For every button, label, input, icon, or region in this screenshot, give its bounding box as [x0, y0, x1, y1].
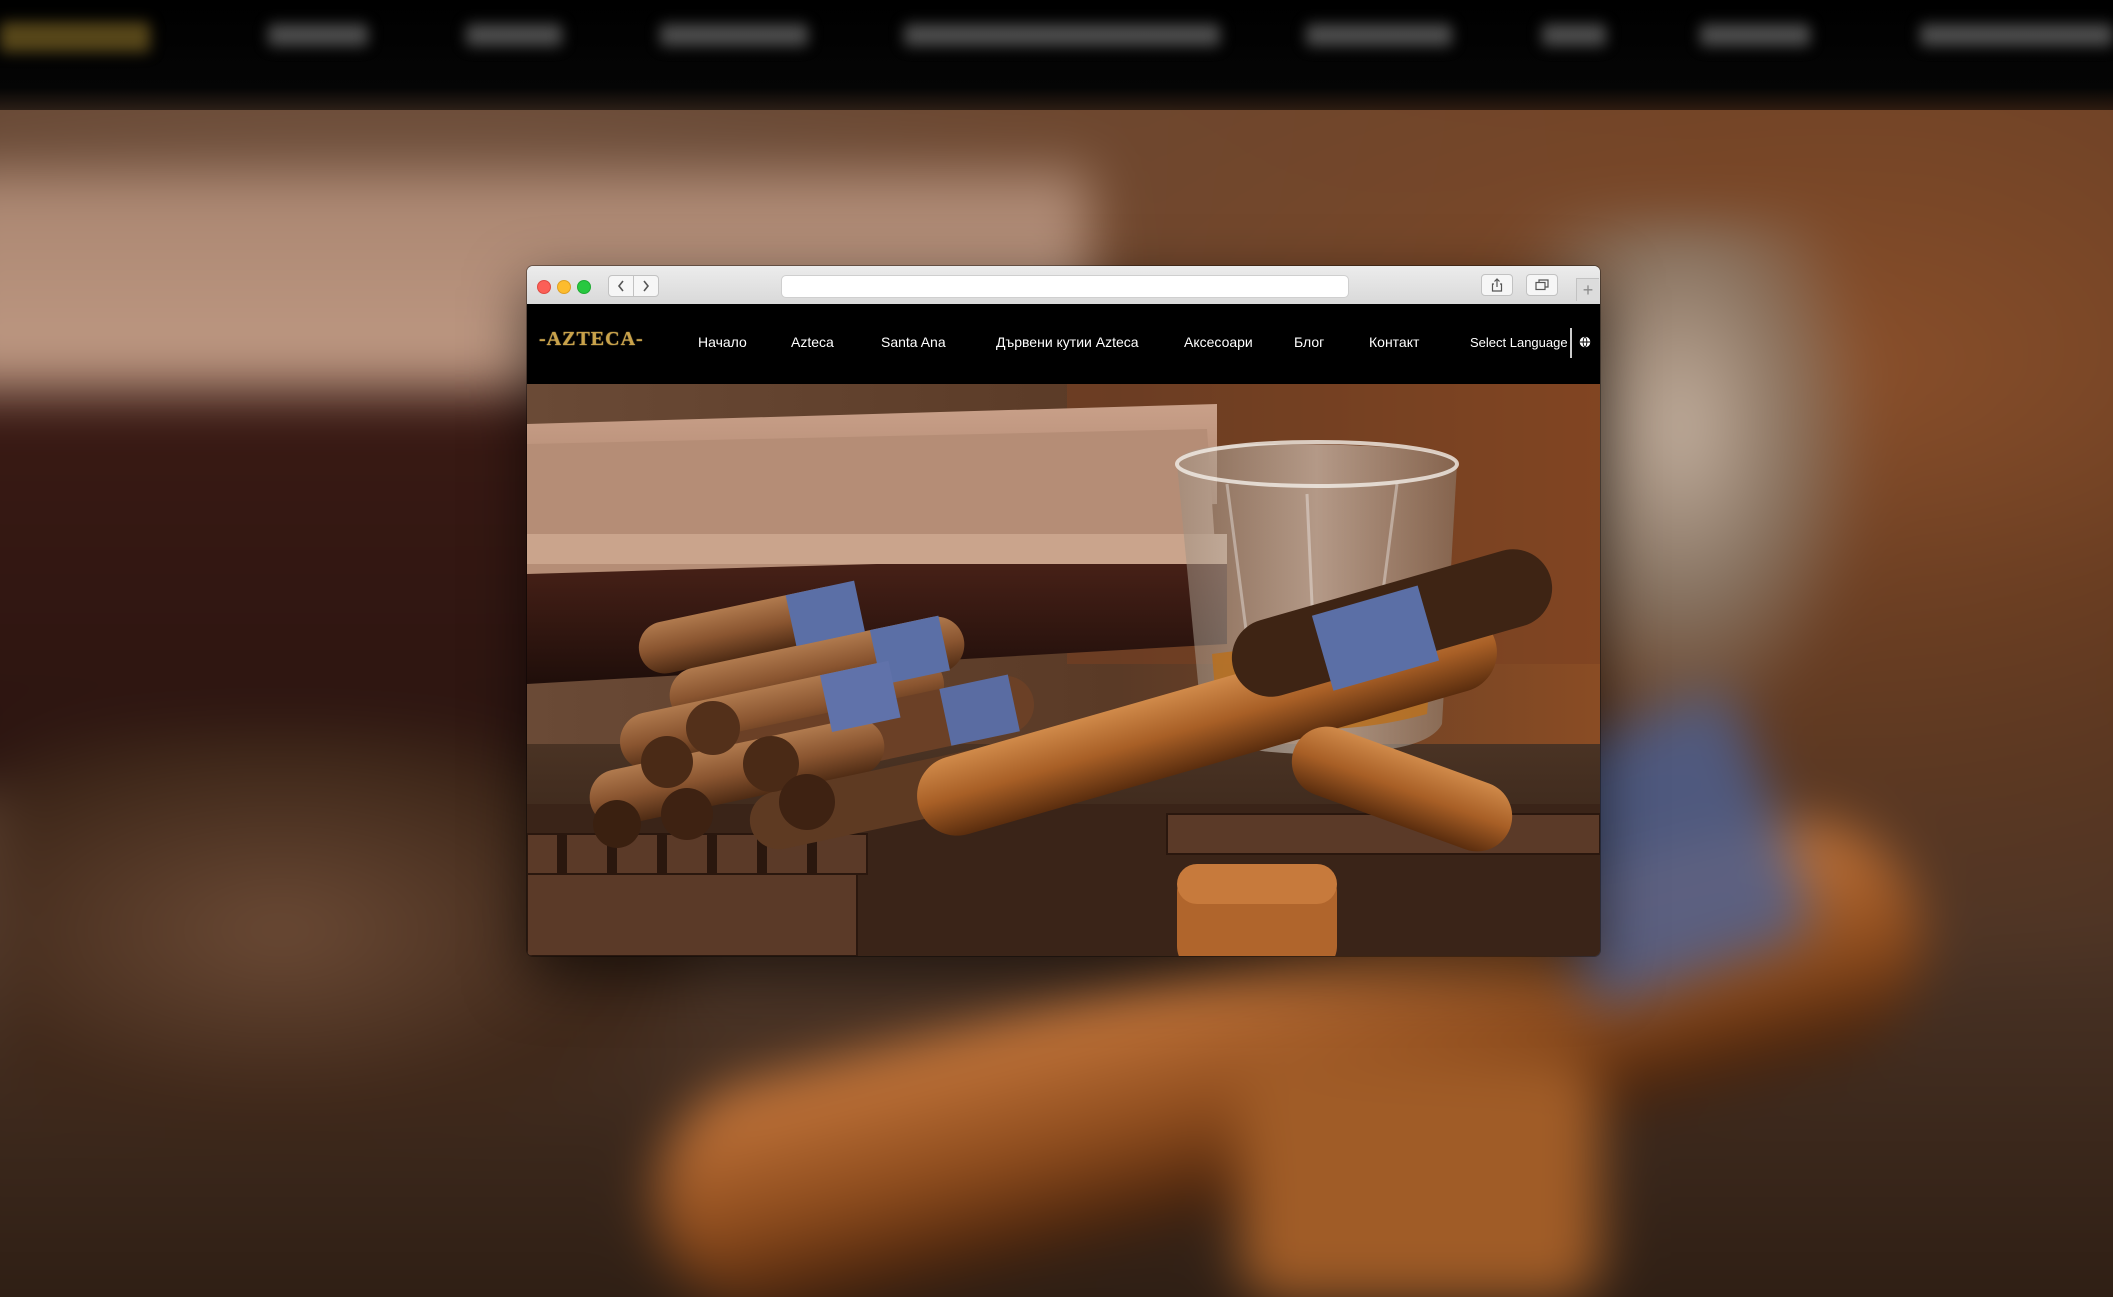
- background-nav-item: [1920, 24, 2113, 46]
- tab-overview-button[interactable]: [1526, 274, 1558, 296]
- minimize-window-button[interactable]: [557, 280, 571, 294]
- menu-item-blog[interactable]: Блог: [1294, 334, 1324, 350]
- background-nav-item: [1306, 24, 1452, 46]
- language-selector[interactable]: Select Language: [1470, 335, 1568, 350]
- hero-photo-illustration: [527, 384, 1600, 956]
- background-nav-item: [466, 24, 562, 46]
- background-nav-item: [1542, 24, 1606, 46]
- hero-image: [527, 384, 1600, 956]
- chevron-left-icon: [617, 280, 624, 292]
- globe-icon[interactable]: [1579, 336, 1591, 348]
- new-tab-button[interactable]: +: [1576, 278, 1599, 301]
- forward-button[interactable]: [633, 275, 659, 297]
- chevron-right-icon: [643, 280, 650, 292]
- address-bar[interactable]: [781, 275, 1349, 298]
- browser-window: + -AZTECA- Начало Azteca Santa Ana Дърве…: [527, 266, 1600, 956]
- menu-item-wooden-boxes[interactable]: Дървени кутии Azteca: [996, 334, 1139, 350]
- share-icon: [1491, 278, 1503, 292]
- main-menu: Начало Azteca Santa Ana Дървени кутии Az…: [527, 304, 1600, 384]
- site-header: -AZTECA- Начало Azteca Santa Ana Дървени…: [527, 304, 1600, 384]
- menu-item-home[interactable]: Начало: [698, 334, 747, 350]
- share-button[interactable]: [1481, 274, 1513, 296]
- back-button[interactable]: [608, 275, 634, 297]
- background-nav-item: [660, 24, 808, 46]
- tabs-overview-icon: [1535, 279, 1549, 291]
- menu-item-azteca[interactable]: Azteca: [791, 334, 834, 350]
- menu-item-contact[interactable]: Контакт: [1369, 334, 1419, 350]
- background-nav-item: [268, 24, 368, 46]
- menu-item-santa-ana[interactable]: Santa Ana: [881, 334, 946, 350]
- background-nav-item: [1700, 24, 1810, 46]
- menu-item-accessories[interactable]: Аксесоари: [1184, 334, 1253, 350]
- background-logo: [0, 22, 150, 52]
- zoom-window-button[interactable]: [577, 280, 591, 294]
- browser-toolbar: +: [527, 266, 1600, 305]
- background-navbar-items: [0, 0, 2113, 110]
- language-divider: [1570, 328, 1572, 358]
- background-nav-item: [904, 24, 1220, 46]
- background-small-case: [1240, 1060, 1600, 1297]
- close-window-button[interactable]: [537, 280, 551, 294]
- background-navbar: [0, 0, 2113, 110]
